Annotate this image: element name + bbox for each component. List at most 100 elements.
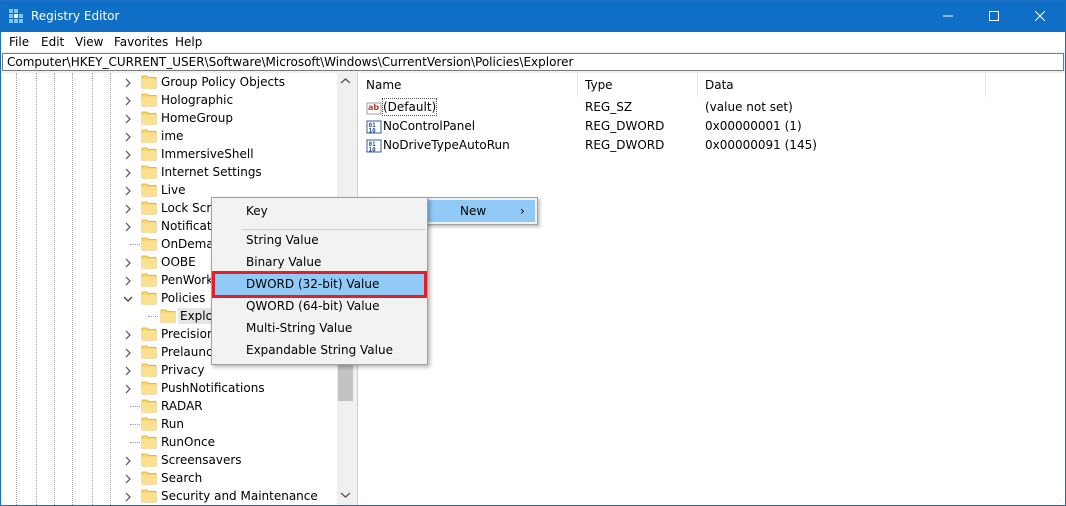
string-value-icon: ab — [366, 102, 382, 115]
menu-file[interactable]: File — [9, 34, 29, 50]
column-divider[interactable] — [985, 73, 986, 97]
submenu-item-expandable-string-value[interactable]: Expandable String Value — [214, 339, 425, 361]
tree-item[interactable]: RADAR — [2, 397, 337, 415]
scroll-up-icon[interactable] — [339, 76, 352, 86]
tree-item[interactable]: HomeGroup — [2, 109, 337, 127]
folder-icon — [141, 147, 157, 161]
chevron-right-icon[interactable] — [123, 330, 133, 340]
folder-icon — [141, 471, 157, 485]
column-header-type[interactable]: Type — [577, 73, 697, 97]
submenu-item-label: String Value — [246, 233, 319, 247]
submenu-item-multi-string-value[interactable]: Multi-String Value — [214, 317, 425, 339]
maximize-button[interactable] — [971, 1, 1017, 32]
submenu-item-binary-value[interactable]: Binary Value — [214, 251, 425, 273]
value-row[interactable]: 01 10 NoControlPanel REG_DWORD 0x00000001 (1… — [358, 117, 1058, 136]
tree-item[interactable]: Screensavers — [2, 451, 337, 469]
value-row[interactable]: ab (Default) REG_SZ (value not set) — [358, 98, 1058, 117]
tree-item[interactable]: Group Policy Objects — [2, 73, 337, 91]
menu-edit[interactable]: Edit — [41, 34, 64, 50]
tree-item[interactable]: ImmersiveShell — [2, 145, 337, 163]
tree-item-label: HomeGroup — [161, 111, 233, 125]
minimize-button[interactable] — [925, 1, 971, 32]
tree-item[interactable]: RunOnce — [2, 433, 337, 451]
menu-favorites[interactable]: Favorites — [114, 34, 168, 50]
chevron-right-icon[interactable] — [123, 366, 133, 376]
submenu-item-label: Multi-String Value — [246, 321, 353, 335]
minimize-icon — [943, 15, 953, 17]
tree-item-label: ImmersiveShell — [161, 147, 254, 161]
tree-item[interactable]: Search — [2, 469, 337, 487]
folder-icon — [141, 219, 157, 233]
column-header-data[interactable]: Data — [697, 73, 985, 97]
svg-text:10: 10 — [369, 128, 377, 135]
tree-item[interactable]: ime — [2, 127, 337, 145]
chevron-right-icon[interactable] — [123, 276, 133, 286]
column-header-name[interactable]: Name — [358, 73, 578, 97]
value-type: REG_DWORD — [585, 119, 665, 133]
highlight-callout-box — [212, 271, 427, 298]
folder-icon — [141, 417, 157, 431]
chevron-right-icon[interactable] — [123, 348, 133, 358]
tree-item-label: OnDemar — [161, 237, 219, 251]
chevron-right-icon[interactable] — [123, 186, 133, 196]
scroll-down-icon[interactable] — [339, 490, 352, 500]
close-button[interactable] — [1017, 1, 1063, 32]
tree-item-label: Notificati — [161, 219, 215, 233]
tree-item-label: RADAR — [161, 399, 203, 413]
scrollbar-thumb[interactable] — [338, 361, 353, 401]
chevron-right-icon[interactable] — [123, 492, 133, 502]
chevron-right-icon[interactable] — [123, 150, 133, 160]
tree-item-label: PenWork — [161, 273, 214, 287]
chevron-right-icon[interactable] — [123, 474, 133, 484]
tree-item-label: Internet Settings — [161, 165, 262, 179]
svg-text:ab: ab — [368, 103, 379, 112]
window-title: Registry Editor — [31, 9, 120, 23]
submenu-item-qword-value[interactable]: QWORD (64-bit) Value — [214, 295, 425, 317]
tree-connector-line — [148, 316, 158, 317]
chevron-right-icon[interactable] — [123, 384, 133, 394]
folder-icon — [141, 435, 157, 449]
folder-icon — [141, 327, 157, 341]
chevron-right-icon[interactable] — [123, 456, 133, 466]
tree-item[interactable]: Internet Settings — [2, 163, 337, 181]
title-bar[interactable]: Registry Editor — [1, 1, 1065, 32]
submenu-item-string-value[interactable]: String Value — [214, 229, 425, 251]
tree-item-label: Precision — [161, 327, 215, 341]
value-row[interactable]: 01 10 NoDriveTypeAutoRun REG_DWORD 0x0000009… — [358, 136, 1058, 155]
tree-item-label: Screensavers — [161, 453, 242, 467]
address-bar[interactable]: Computer\HKEY_CURRENT_USER\Software\Micr… — [2, 53, 1064, 71]
folder-icon — [141, 453, 157, 467]
tree-item[interactable]: PushNotifications — [2, 379, 337, 397]
tree-item[interactable]: Security and Maintenance — [2, 487, 337, 505]
folder-icon — [141, 129, 157, 143]
chevron-right-icon[interactable] — [123, 222, 133, 232]
tree-connector-line — [130, 424, 140, 425]
tree-item[interactable]: Run — [2, 415, 337, 433]
tree-item-label: OOBE — [161, 255, 196, 269]
binary-value-icon: 0110 — [366, 139, 382, 154]
tree-item-label: Security and Maintenance — [161, 489, 318, 503]
registry-editor-window: Registry Editor File Edit View Favorites… — [0, 0, 1066, 506]
registry-editor-app-icon — [9, 9, 23, 23]
svg-text:10: 10 — [369, 147, 377, 154]
chevron-right-icon[interactable] — [123, 78, 133, 88]
chevron-right-icon[interactable] — [123, 132, 133, 142]
submenu-item-key[interactable]: Key — [214, 200, 425, 222]
values-list-pane[interactable]: Name Type Data ab (Default) REG_SZ (value n… — [357, 73, 1065, 505]
value-data: 0x00000091 (145) — [705, 138, 817, 152]
chevron-down-icon[interactable] — [123, 294, 133, 304]
folder-icon — [141, 111, 157, 125]
chevron-right-icon[interactable] — [123, 114, 133, 124]
tree-item-label: Search — [161, 471, 203, 485]
chevron-right-icon[interactable] — [123, 258, 133, 268]
chevron-right-icon[interactable] — [123, 96, 133, 106]
chevron-right-icon[interactable] — [123, 168, 133, 178]
folder-icon — [141, 237, 157, 251]
tree-item[interactable]: Holographic — [2, 91, 337, 109]
menu-help[interactable]: Help — [175, 34, 202, 50]
chevron-right-icon[interactable] — [123, 204, 133, 214]
menu-view[interactable]: View — [75, 34, 103, 50]
value-name: NoControlPanel — [383, 119, 476, 133]
folder-icon — [141, 93, 157, 107]
folder-icon — [141, 273, 157, 287]
